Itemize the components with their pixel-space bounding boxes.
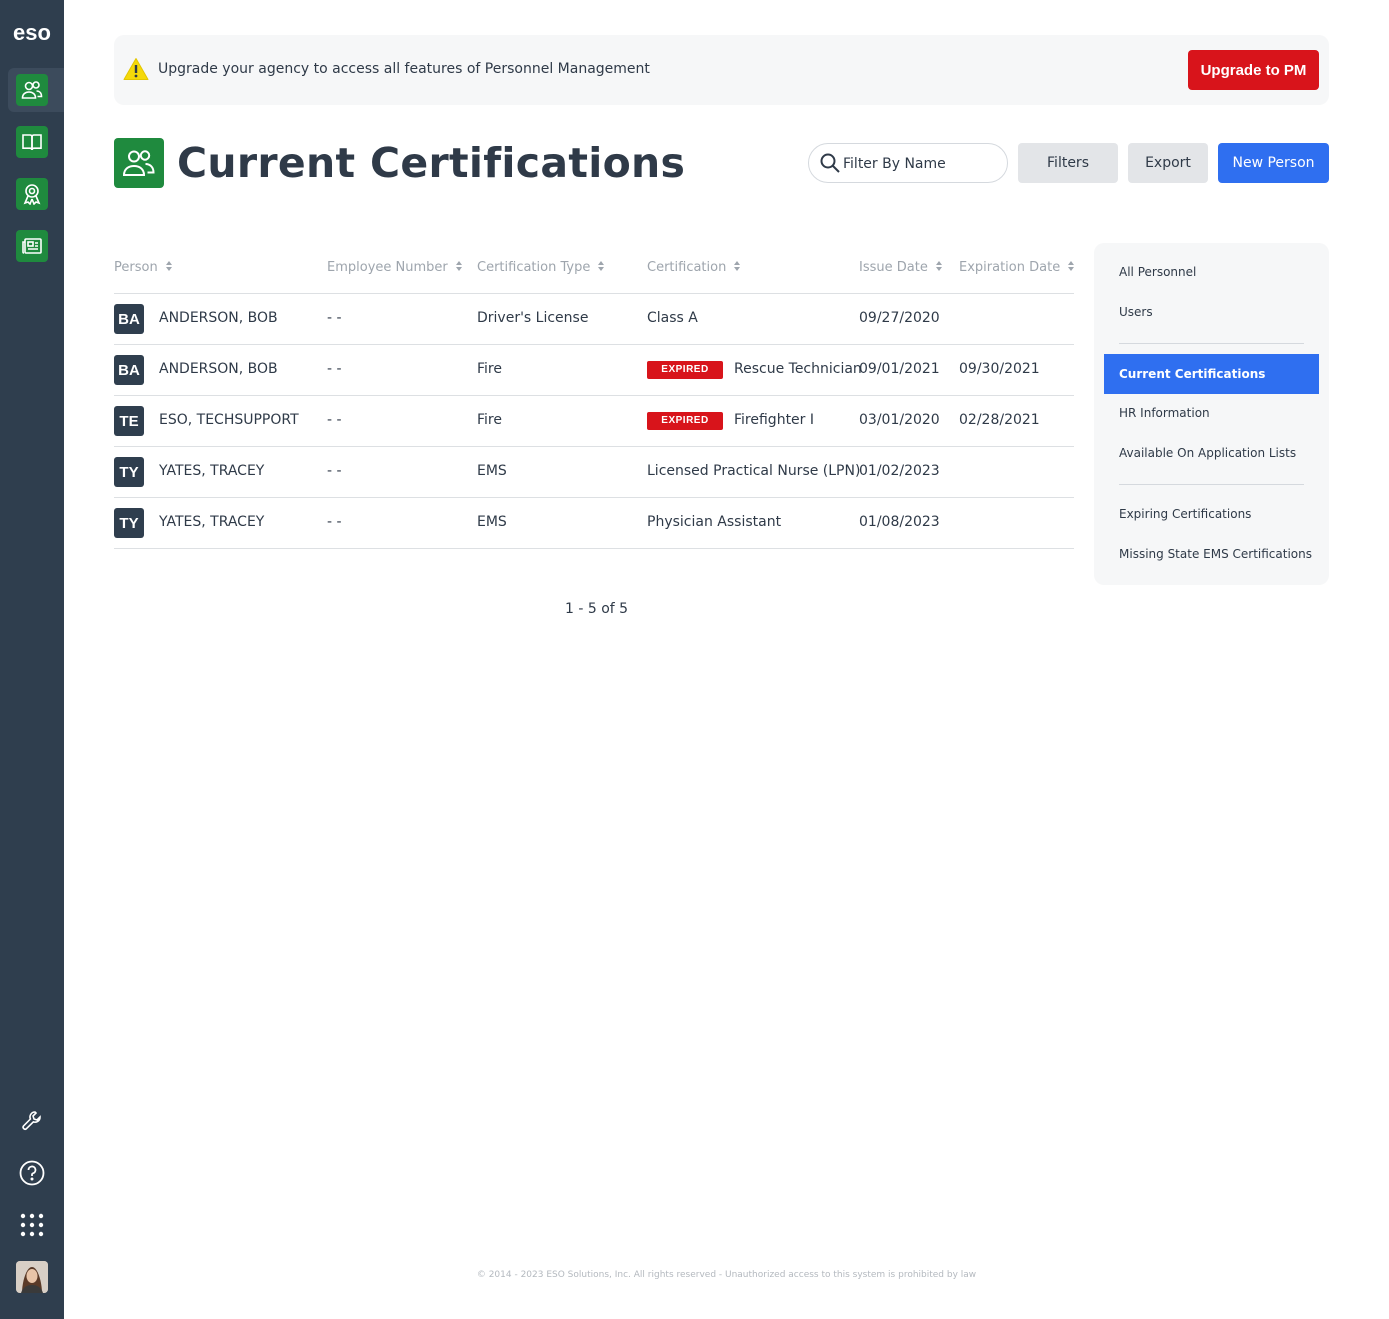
nav-item-missing-state-ems-certifications[interactable]: Missing State EMS Certifications [1104, 534, 1319, 574]
person-initials-badge: TY [114, 457, 144, 487]
person-name[interactable]: YATES, TRACEY [159, 463, 264, 479]
sort-icon[interactable] [165, 261, 172, 271]
filters-button[interactable]: Filters [1018, 143, 1118, 183]
nav-item-current-certifications[interactable]: Current Certifications [1104, 354, 1319, 394]
new-person-button[interactable]: New Person [1218, 143, 1329, 183]
person-initials-badge: TY [114, 508, 144, 538]
certification-type: Driver's License [477, 310, 589, 326]
sort-icon[interactable] [455, 261, 462, 271]
expiration-date: 02/28/2021 [959, 412, 1040, 428]
person-name[interactable]: ANDERSON, BOB [159, 361, 278, 377]
column-header-person[interactable]: Person [114, 260, 172, 275]
column-header-expiration-date[interactable]: Expiration Date [959, 260, 1075, 275]
employee-number: - - [327, 412, 342, 428]
table-row[interactable]: TE ESO, TECHSUPPORT - - Fire EXPIRED Fire… [114, 396, 1074, 447]
certification: Rescue Technician [734, 361, 862, 377]
employee-number: - - [327, 514, 342, 530]
table-row[interactable]: BA ANDERSON, BOB - - Fire EXPIRED Rescue … [114, 345, 1074, 396]
nav-item-users[interactable]: Users [1104, 292, 1319, 332]
eso-logo[interactable]: eso [0, 20, 64, 46]
news-icon[interactable] [16, 230, 48, 262]
certification-type: Fire [477, 361, 502, 377]
person-initials-badge: BA [114, 355, 144, 385]
book-icon[interactable] [16, 126, 48, 158]
nav-item-all-personnel[interactable]: All Personnel [1104, 252, 1319, 292]
issue-date: 03/01/2020 [859, 412, 940, 428]
sort-icon[interactable] [734, 261, 741, 271]
expired-badge: EXPIRED [647, 361, 723, 379]
certification-type: Fire [477, 412, 502, 428]
issue-date: 09/01/2021 [859, 361, 940, 377]
pagination-summary: 1 - 5 of 5 [565, 601, 629, 617]
search-input[interactable] [843, 152, 999, 176]
person-name[interactable]: ANDERSON, BOB [159, 310, 278, 326]
export-button[interactable]: Export [1128, 143, 1208, 183]
certification: Firefighter I [734, 412, 815, 428]
search-icon [820, 153, 840, 173]
issue-date: 09/27/2020 [859, 310, 940, 326]
nav-item-hr-information[interactable]: HR Information [1104, 393, 1319, 433]
issue-date: 01/02/2023 [859, 463, 940, 479]
upgrade-banner: Upgrade your agency to access all featur… [114, 35, 1329, 105]
certification-cell: EXPIRED Firefighter I [647, 412, 814, 430]
nav-divider [1119, 484, 1304, 485]
expiration-date: 09/30/2021 [959, 361, 1040, 377]
certification-type: EMS [477, 514, 507, 530]
employee-number: - - [327, 310, 342, 326]
column-header-certification[interactable]: Certification [647, 260, 741, 275]
app-grid-icon[interactable] [16, 1209, 48, 1241]
certification-cell: EXPIRED Rescue Technician [647, 361, 862, 379]
award-icon[interactable] [16, 178, 48, 210]
issue-date: 01/08/2023 [859, 514, 940, 530]
table-row[interactable]: TY YATES, TRACEY - - EMS Physician Assis… [114, 498, 1074, 549]
sort-icon[interactable] [935, 261, 942, 271]
nav-item-available-on-application-lists[interactable]: Available On Application Lists [1104, 433, 1319, 473]
person-name[interactable]: YATES, TRACEY [159, 514, 264, 530]
page-title: Current Certifications [177, 139, 686, 187]
nav-item-expiring-certifications[interactable]: Expiring Certifications [1104, 494, 1319, 534]
banner-message: Upgrade your agency to access all featur… [158, 61, 650, 77]
help-circle-icon[interactable] [16, 1157, 48, 1189]
employee-number: - - [327, 361, 342, 377]
certification: Class A [647, 310, 698, 326]
certification: Physician Assistant [647, 514, 782, 530]
footer-copyright: © 2014 - 2023 ESO Solutions, Inc. All ri… [476, 1270, 977, 1280]
people-icon [114, 138, 164, 188]
people-icon[interactable] [16, 74, 48, 106]
table-row[interactable]: BA ANDERSON, BOB - - Driver's License Cl… [114, 294, 1074, 345]
sort-icon[interactable] [1068, 261, 1075, 271]
expired-badge: EXPIRED [647, 412, 723, 430]
certification: Licensed Practical Nurse (LPN) [647, 463, 861, 479]
person-initials-badge: TE [114, 406, 144, 436]
left-nav-rail: eso [0, 0, 64, 1319]
filter-by-name-search[interactable] [808, 143, 1008, 183]
person-name[interactable]: ESO, TECHSUPPORT [159, 412, 299, 428]
nav-divider [1119, 343, 1304, 344]
table-row[interactable]: TY YATES, TRACEY - - EMS Licensed Practi… [114, 447, 1074, 498]
person-initials-badge: BA [114, 304, 144, 334]
column-header-certification-type[interactable]: Certification Type [477, 260, 605, 275]
personnel-side-nav: All Personnel Users Current Certificatio… [1094, 243, 1329, 585]
upgrade-to-pm-button[interactable]: Upgrade to PM [1188, 50, 1319, 90]
certification-type: EMS [477, 463, 507, 479]
sort-icon[interactable] [598, 261, 605, 271]
column-header-issue-date[interactable]: Issue Date [859, 260, 942, 275]
warning-icon [123, 57, 149, 81]
column-header-employee-number[interactable]: Employee Number [327, 260, 462, 275]
employee-number: - - [327, 463, 342, 479]
wrench-icon[interactable] [16, 1105, 48, 1137]
